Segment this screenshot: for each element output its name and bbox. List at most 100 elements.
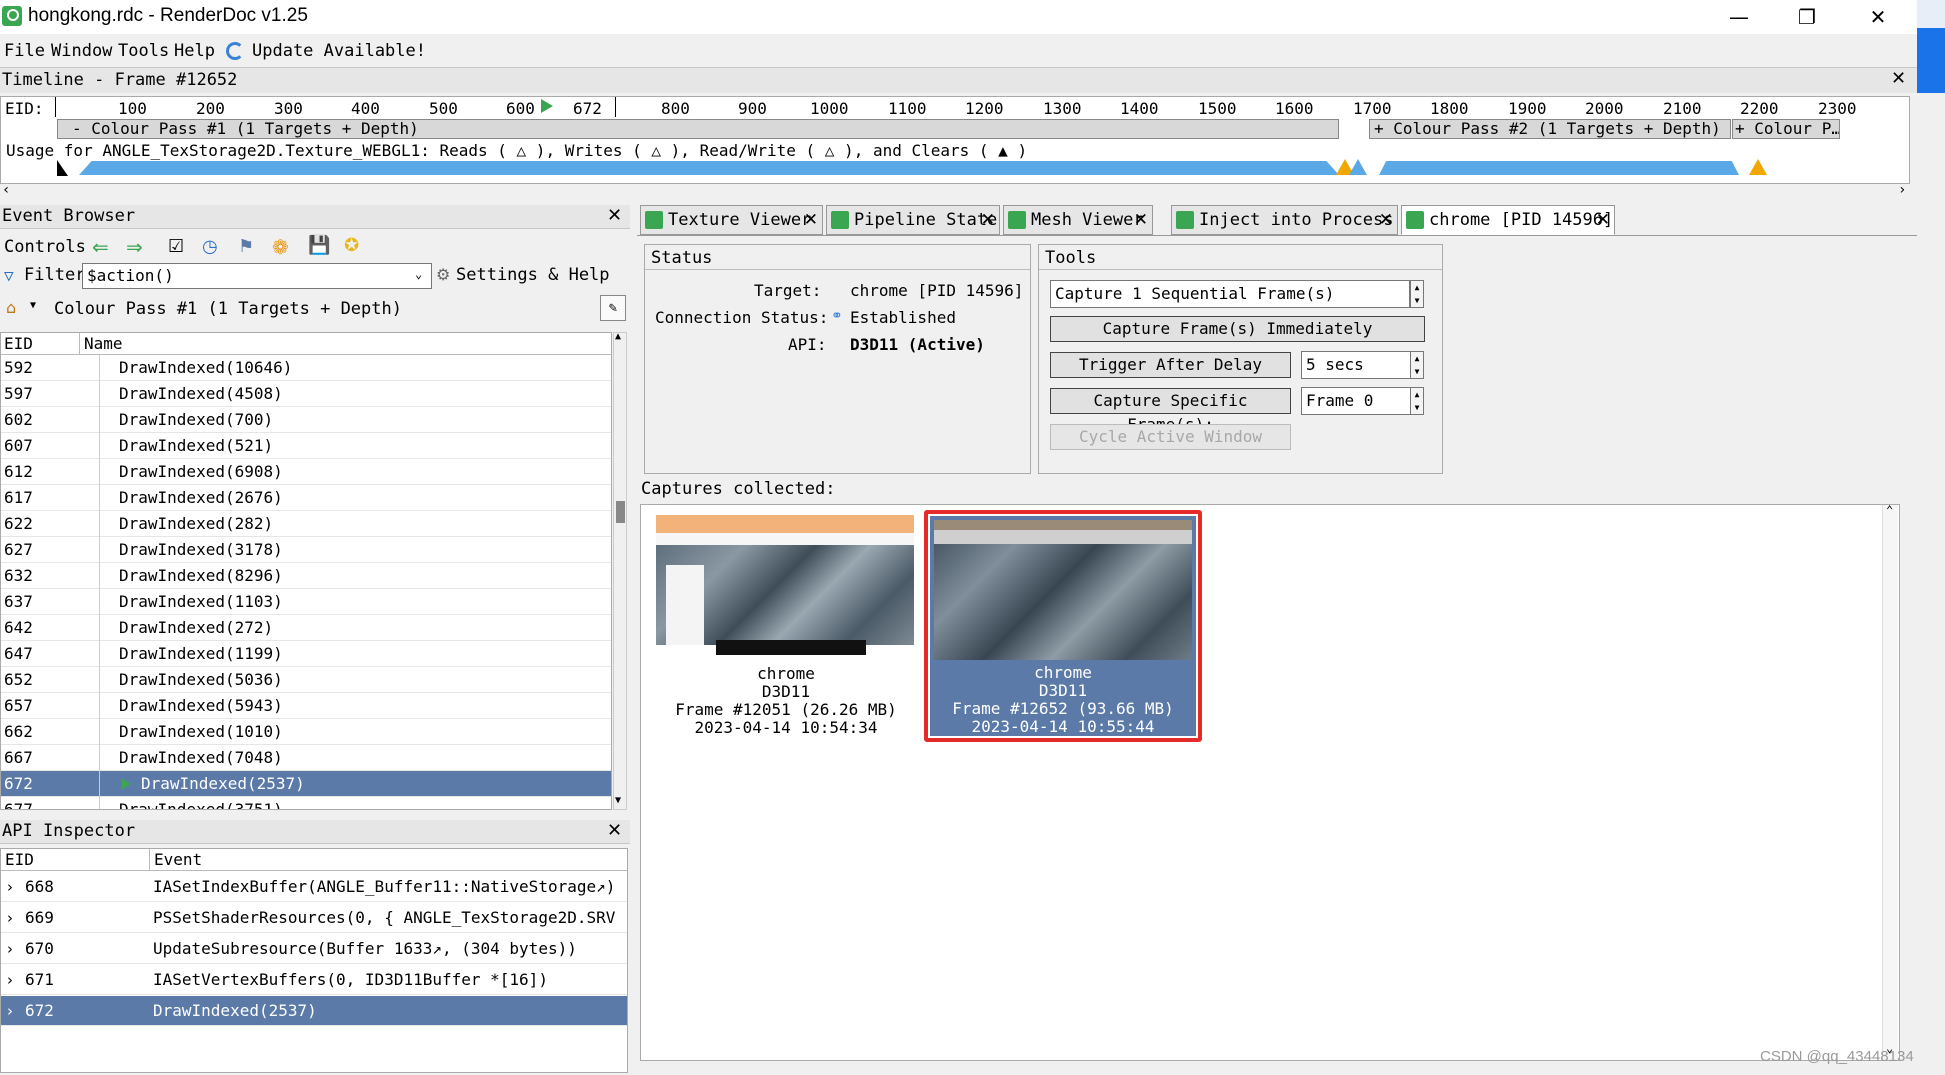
event-row[interactable]: 622 DrawIndexed(282) xyxy=(1,511,611,537)
frame-number-spinner[interactable]: ▲ ▼ xyxy=(1410,387,1424,415)
capture-item-selected[interactable]: chrome D3D11 Frame #12652 (93.66 MB) 202… xyxy=(924,510,1202,742)
scroll-thumb[interactable] xyxy=(616,501,625,523)
tab-close-icon[interactable]: ✕ xyxy=(1379,206,1393,234)
menu-window[interactable]: Window xyxy=(51,41,112,61)
maximize-icon[interactable]: ❐ xyxy=(1777,0,1837,34)
timeline-tick: 1600 xyxy=(1275,99,1314,118)
tab-inject-into-process[interactable]: Inject into Process ✕ xyxy=(1171,205,1398,235)
next-arrow-icon[interactable]: ⇒ xyxy=(126,235,143,259)
col-eid[interactable]: EID xyxy=(4,333,33,355)
event-row-selected[interactable]: 672 DrawIndexed(2537) xyxy=(1,771,611,797)
scroll-up-icon[interactable]: ⌃ xyxy=(1886,503,1893,517)
breadcrumb-dropdown-icon[interactable]: ▼ xyxy=(30,300,36,311)
expand-chevron-icon[interactable]: › xyxy=(7,872,13,901)
event-row[interactable]: 602 DrawIndexed(700) xyxy=(1,407,611,433)
captures-vscrollbar[interactable]: ⌃ ⌄ xyxy=(1882,503,1898,1060)
scroll-up-icon[interactable]: ▲ xyxy=(615,331,621,342)
tab-close-icon[interactable]: ✕ xyxy=(1596,206,1610,234)
scroll-left-icon[interactable]: ‹ xyxy=(2,182,10,198)
expand-chevron-icon[interactable]: › xyxy=(7,903,13,932)
event-row[interactable]: 662 DrawIndexed(1010) xyxy=(1,719,611,745)
timeline-close-icon[interactable]: ✕ xyxy=(1891,68,1906,89)
api-row[interactable]: › 668 IASetIndexBuffer(ANGLE_Buffer11::Nat… xyxy=(1,872,627,902)
timeline-pass-2[interactable]: + Colour Pass #2 (1 Targets + Depth) xyxy=(1369,119,1731,139)
timeline-hscrollbar[interactable]: ‹ › xyxy=(0,182,1917,200)
colour-icon[interactable]: ❁ xyxy=(272,235,289,259)
menu-tools[interactable]: Tools xyxy=(118,41,169,61)
timeline-pass-3[interactable]: + Colour P… xyxy=(1732,119,1840,139)
event-row[interactable]: 607 DrawIndexed(521) xyxy=(1,433,611,459)
capture-immediately-button[interactable]: Capture Frame(s) Immediately xyxy=(1050,316,1425,342)
settings-gear-icon[interactable]: ⚙ xyxy=(436,265,450,284)
api-inspector-close-icon[interactable]: ✕ xyxy=(607,820,622,842)
capture-thumbnail xyxy=(934,520,1192,660)
event-row[interactable]: 657 DrawIndexed(5943) xyxy=(1,693,611,719)
tab-mesh-viewer[interactable]: Mesh Viewer ✕ xyxy=(1003,205,1153,235)
save-icon[interactable]: 💾 xyxy=(308,235,330,256)
event-row[interactable]: 632 DrawIndexed(8296) xyxy=(1,563,611,589)
scroll-right-icon[interactable]: › xyxy=(1898,182,1906,198)
tab-close-icon[interactable]: ✕ xyxy=(804,206,818,234)
capture-item[interactable]: chrome D3D11 Frame #12051 (26.26 MB) 202… xyxy=(651,515,921,737)
api-row-selected[interactable]: › 672 DrawIndexed(2537) xyxy=(1,996,627,1026)
event-row[interactable]: 597 DrawIndexed(4508) xyxy=(1,381,611,407)
expand-chevron-icon[interactable]: › xyxy=(7,934,13,963)
tab-pipeline-state[interactable]: Pipeline State ✕ xyxy=(826,205,1000,235)
event-browser-close-icon[interactable]: ✕ xyxy=(607,205,622,227)
col-name[interactable]: Name xyxy=(84,333,123,355)
filter-dropdown-chevron-icon[interactable]: ⌄ xyxy=(415,267,422,281)
frame-number-field[interactable]: Frame 0 xyxy=(1301,387,1411,415)
delay-spinner[interactable]: ▲ ▼ xyxy=(1410,351,1424,379)
api-row[interactable]: › 670 UpdateSubresource(Buffer 1633↗, (304… xyxy=(1,934,627,964)
scroll-down-icon[interactable]: ▼ xyxy=(615,795,621,806)
capture-thumbnail xyxy=(656,515,914,655)
connection-status-value: Established xyxy=(850,308,956,327)
delay-field[interactable]: 5 secs xyxy=(1301,351,1411,379)
home-icon[interactable]: ⌂ xyxy=(6,298,16,317)
api-row[interactable]: › 669 PSSetShaderResources(0, { ANGLE_TexS… xyxy=(1,903,627,933)
tab-texture-viewer[interactable]: Texture Viewer ✕ xyxy=(640,205,823,235)
capture-count-field[interactable]: Capture 1 Sequential Frame(s) xyxy=(1050,280,1410,308)
close-icon[interactable]: ✕ xyxy=(1848,0,1908,34)
api-col-eid[interactable]: EID xyxy=(5,849,34,871)
timeline-tick: 1700 xyxy=(1353,99,1392,118)
settings-help-link[interactable]: Settings & Help xyxy=(456,265,610,285)
event-row[interactable]: 642 DrawIndexed(272) xyxy=(1,615,611,641)
menu-file[interactable]: File xyxy=(4,41,45,61)
bookmark-icon[interactable]: ⚑ xyxy=(238,236,254,257)
cycle-active-window-button[interactable]: Cycle Active Window xyxy=(1050,424,1291,450)
event-row[interactable]: 617 DrawIndexed(2676) xyxy=(1,485,611,511)
tab-chrome-connection[interactable]: chrome [PID 14596] ✕ xyxy=(1401,205,1615,235)
expand-chevron-icon[interactable]: › xyxy=(7,996,13,1025)
capture-specific-frame-button[interactable]: Capture Specific Frame(s): xyxy=(1050,388,1291,434)
star-icon[interactable]: ✪ xyxy=(344,235,359,256)
timeline-panel[interactable]: EID: 100 200 300 400 500 600 672 800 900… xyxy=(0,96,1910,184)
event-list-vscrollbar[interactable]: ▲ ▼ xyxy=(613,331,627,810)
event-row[interactable]: 652 DrawIndexed(5036) xyxy=(1,667,611,693)
expand-chevron-icon[interactable]: › xyxy=(7,965,13,994)
event-eid: 647 xyxy=(4,644,33,663)
capture-count-spinner[interactable]: ▲ ▼ xyxy=(1410,280,1424,308)
timeline-clock-icon[interactable]: ◷ xyxy=(202,236,218,257)
edit-bookmark-icon[interactable]: ✎ xyxy=(600,295,626,321)
find-binoculars-icon[interactable]: ☑ xyxy=(168,236,184,257)
tab-close-icon[interactable]: ✕ xyxy=(1134,206,1148,234)
update-available-link[interactable]: Update Available! xyxy=(252,41,426,61)
api-col-event[interactable]: Event xyxy=(154,849,202,871)
event-row[interactable]: 627 DrawIndexed(3178) xyxy=(1,537,611,563)
minimize-icon[interactable]: — xyxy=(1709,0,1769,34)
event-row[interactable]: 592 DrawIndexed(10646) xyxy=(1,355,611,381)
event-row[interactable]: 667 DrawIndexed(7048) xyxy=(1,745,611,771)
tab-close-icon[interactable]: ✕ xyxy=(981,206,995,234)
menu-help[interactable]: Help xyxy=(174,41,215,61)
trigger-after-delay-button[interactable]: Trigger After Delay xyxy=(1050,352,1291,378)
previous-arrow-icon[interactable]: ⇐ xyxy=(92,235,109,259)
event-row[interactable]: 637 DrawIndexed(1103) xyxy=(1,589,611,615)
timeline-pass-1[interactable]: - Colour Pass #1 (1 Targets + Depth) xyxy=(57,119,1339,139)
api-row[interactable]: › 671 IASetVertexBuffers(0, ID3D11Buffer *… xyxy=(1,965,627,995)
event-row[interactable]: 647 DrawIndexed(1199) xyxy=(1,641,611,667)
event-row[interactable]: 677 DrawIndexed(3751) xyxy=(1,797,611,809)
event-row[interactable]: 612 DrawIndexed(6908) xyxy=(1,459,611,485)
breadcrumb[interactable]: Colour Pass #1 (1 Targets + Depth) xyxy=(54,299,402,319)
filter-input[interactable]: $action() xyxy=(82,263,432,289)
